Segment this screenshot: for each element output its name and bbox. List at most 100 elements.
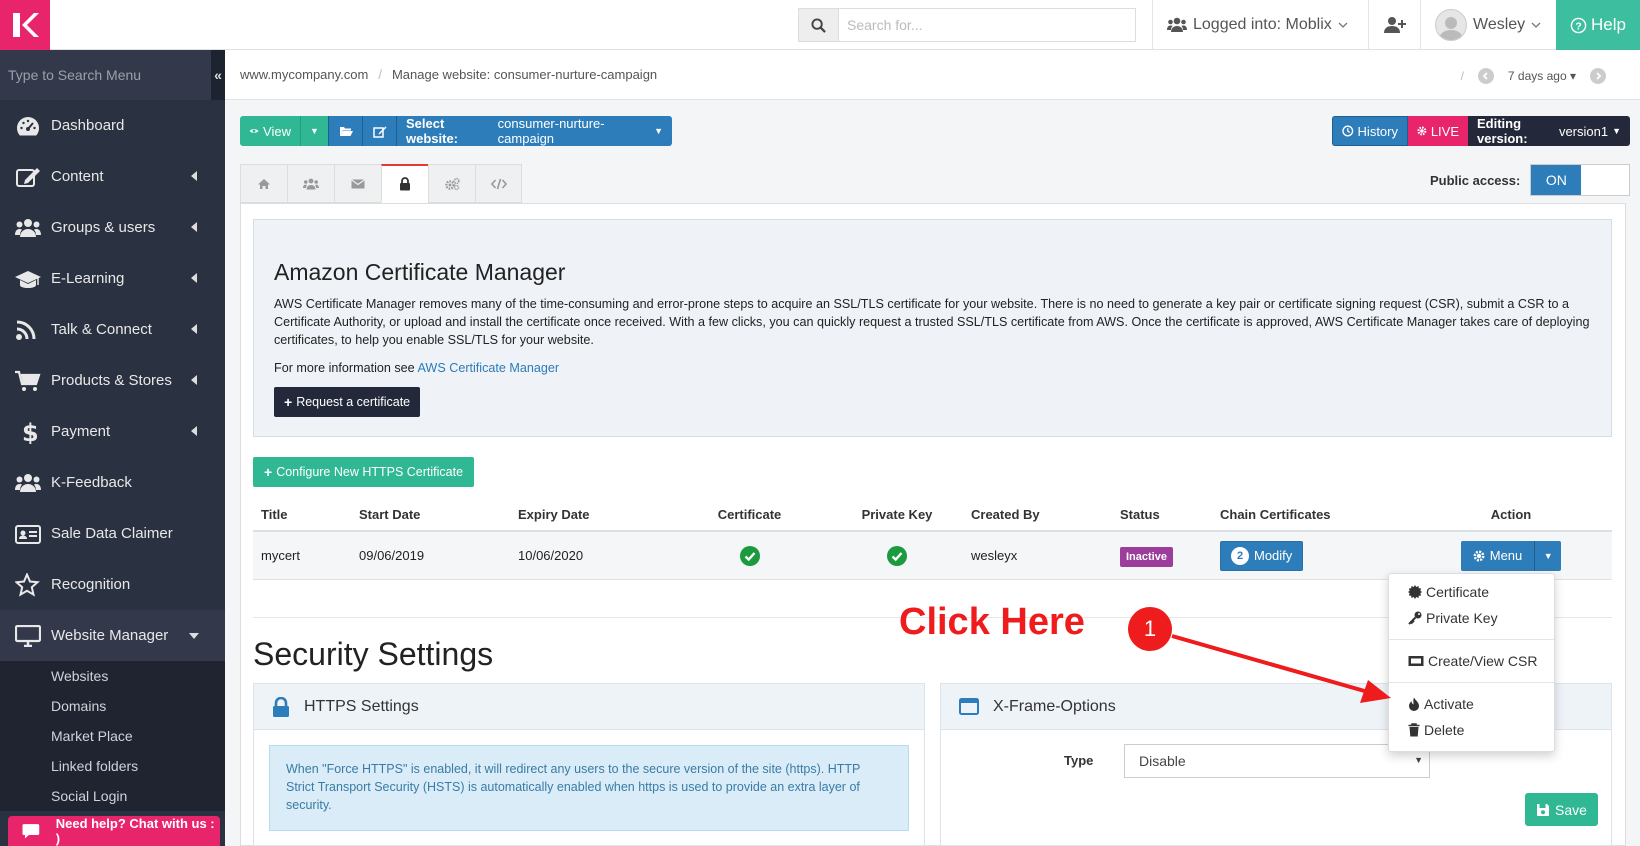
floppy-disk-icon <box>1537 803 1550 816</box>
plus-icon: + <box>264 464 273 480</box>
column-header: Private Key <box>861 506 933 522</box>
caret-left-icon <box>191 426 197 436</box>
lock-icon <box>400 177 410 191</box>
tab-email[interactable] <box>334 164 381 203</box>
search-icon[interactable] <box>799 9 839 41</box>
menu-button[interactable]: Menu <box>1460 540 1536 571</box>
users-icon <box>15 473 51 493</box>
public-access-toggle[interactable]: ON <box>1530 164 1631 196</box>
chat-button[interactable]: Need help? Chat with us : ) <box>8 816 220 846</box>
sidebar-item-label: K-Feedback <box>51 474 132 491</box>
next-version-icon[interactable] <box>1590 68 1606 84</box>
caret-left-icon <box>191 171 197 181</box>
history-button[interactable]: History <box>1332 116 1408 146</box>
edit-website-button[interactable] <box>362 116 396 146</box>
collapse-sidebar-button[interactable]: « <box>211 50 225 100</box>
menu-item-delete[interactable]: Delete <box>1389 717 1554 743</box>
version-separator: / <box>1460 69 1464 83</box>
menu-item-csr[interactable]: Create/View CSR <box>1389 648 1554 674</box>
sidebar-item-groups-users[interactable]: Groups & users <box>0 202 225 253</box>
sidebar-item-payment[interactable]: $ Payment <box>0 406 225 457</box>
sidebar-item-dashboard[interactable]: Dashboard <box>0 100 225 151</box>
add-user-button[interactable] <box>1368 0 1420 50</box>
tab-users[interactable] <box>287 164 334 203</box>
subnav-domains[interactable]: Domains <box>0 691 225 721</box>
menu-dropdown-toggle[interactable]: ▼ <box>1535 540 1562 571</box>
sidebar-item-label: E-Learning <box>51 270 125 287</box>
menu-item-private-key[interactable]: Private Key <box>1389 605 1554 631</box>
sidebar-item-website-manager[interactable]: Website Manager <box>0 610 225 661</box>
sidebar-item-recognition[interactable]: Recognition <box>0 559 225 610</box>
click-here-annotation: Click Here <box>899 601 1085 643</box>
action-dropdown-menu: Certificate Private Key Create/View CSR … <box>1388 573 1555 752</box>
sidebar-item-talk-connect[interactable]: Talk & Connect <box>0 304 225 355</box>
sidebar-item-e-learning[interactable]: E-Learning <box>0 253 225 304</box>
ticket-icon <box>1408 656 1424 666</box>
account-switcher[interactable]: Logged into: Moblix <box>1152 0 1368 50</box>
caret-down-icon: ▼ <box>310 126 319 136</box>
version-time-dropdown[interactable]: 7 days ago ▾ <box>1508 69 1576 83</box>
subnav-market-place[interactable]: Market Place <box>0 721 225 751</box>
tab-settings[interactable] <box>428 164 475 203</box>
editing-version-dropdown[interactable]: Editing version: version1 ▼ <box>1468 116 1630 146</box>
sidebar-item-label: Dashboard <box>51 117 125 134</box>
sidebar: « Dashboard Content Groups & users E-Lea… <box>0 50 225 846</box>
certificate-icon <box>1408 585 1422 599</box>
sidebar-search: « <box>0 50 225 100</box>
live-label: LIVE <box>1430 123 1459 139</box>
caret-left-icon <box>191 375 197 385</box>
view-button[interactable]: View <box>240 116 300 146</box>
sidebar-item-products-stores[interactable]: Products & Stores <box>0 355 225 406</box>
user-menu[interactable]: Wesley <box>1420 0 1557 50</box>
breadcrumb-site[interactable]: www.mycompany.com <box>240 67 368 82</box>
select-website-dropdown[interactable]: Select website: consumer-nurture-campaig… <box>396 116 672 146</box>
request-certificate-label: Request a certificate <box>296 395 411 409</box>
configure-https-button[interactable]: + Configure New HTTPS Certificate <box>253 457 475 487</box>
chain-count: 2 <box>1231 546 1249 565</box>
tab-security[interactable] <box>381 164 428 203</box>
menu-item-certificate[interactable]: Certificate <box>1389 579 1554 605</box>
help-button[interactable]: ? Help <box>1556 0 1640 50</box>
subnav-linked-folders[interactable]: Linked folders <box>0 751 225 781</box>
dashboard-icon <box>15 115 51 137</box>
acm-description: AWS Certificate Manager removes many of … <box>274 297 1590 347</box>
more-info-prefix: For more information see <box>274 361 415 375</box>
monitor-icon <box>15 624 51 647</box>
subnav-social-login[interactable]: Social Login <box>0 781 225 811</box>
live-button[interactable]: LIVE <box>1408 116 1468 146</box>
modify-chain-button[interactable]: 2 Modify <box>1220 540 1304 571</box>
certificate-check-icon <box>676 545 823 566</box>
tab-home[interactable] <box>240 164 287 203</box>
users-icon <box>303 178 319 189</box>
gear-icon <box>1473 550 1485 561</box>
version-navigator: / 7 days ago ▾ <box>1461 68 1606 84</box>
view-dropdown-toggle[interactable]: ▼ <box>300 116 328 146</box>
acm-title: Amazon Certificate Manager <box>274 259 566 285</box>
save-button[interactable]: Save <box>1525 793 1598 826</box>
search-input[interactable] <box>839 9 1135 41</box>
request-certificate-button[interactable]: + Request a certificate <box>274 387 421 417</box>
version-time: 7 days ago <box>1507 69 1567 83</box>
menu-item-activate[interactable]: Activate <box>1389 691 1554 717</box>
sidebar-item-k-feedback[interactable]: K-Feedback <box>0 457 225 508</box>
sidebar-item-content[interactable]: Content <box>0 151 225 202</box>
column-header: Start Date <box>359 506 421 522</box>
select-website-label: Select website: <box>406 116 459 146</box>
action-menu: Menu ▼ <box>1460 540 1562 571</box>
users-icon <box>1167 17 1187 32</box>
subnav-websites[interactable]: Websites <box>0 661 225 691</box>
folder-button[interactable] <box>328 116 362 146</box>
logo[interactable] <box>0 0 50 50</box>
caret-left-icon <box>191 324 197 334</box>
home-icon <box>258 178 270 189</box>
acm-link[interactable]: AWS Certificate Manager <box>418 361 560 375</box>
cart-icon <box>15 370 51 392</box>
menu-search-input[interactable] <box>8 67 198 83</box>
history-label: History <box>1357 123 1398 139</box>
previous-version-icon[interactable] <box>1477 68 1494 84</box>
tab-code[interactable] <box>475 164 522 203</box>
type-select[interactable]: Disable ▼ <box>1124 744 1430 778</box>
menu-item-label: Activate <box>1424 696 1474 712</box>
sidebar-item-label: Talk & Connect <box>51 321 152 338</box>
sidebar-item-sale-data-claimer[interactable]: Sale Data Claimer <box>0 508 225 559</box>
